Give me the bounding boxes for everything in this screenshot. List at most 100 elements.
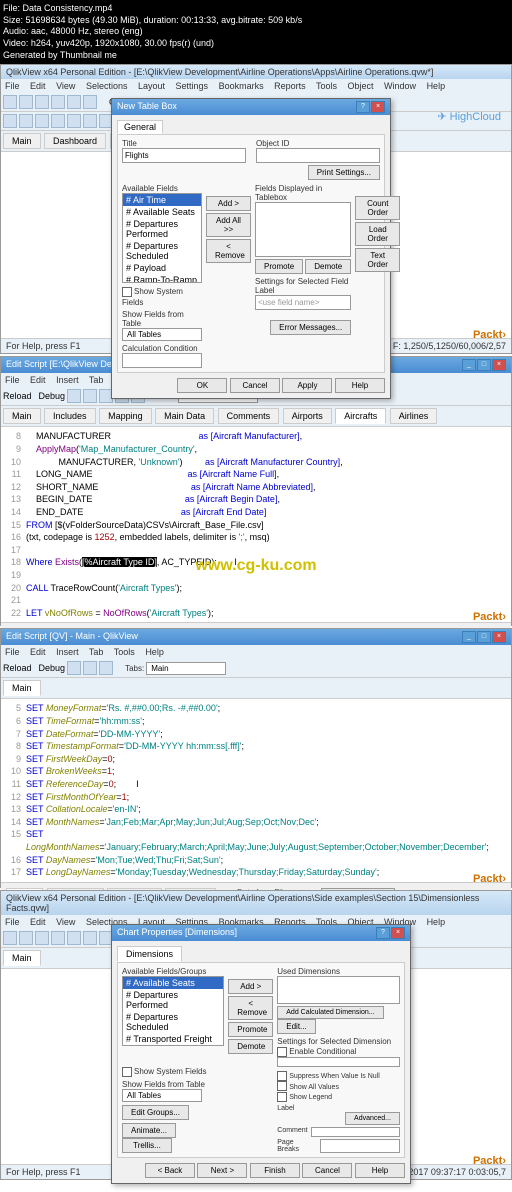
- cancel-button[interactable]: Cancel: [230, 378, 280, 393]
- menu-edit[interactable]: Edit: [30, 375, 46, 385]
- tabs-dropdown[interactable]: Main: [146, 662, 226, 675]
- tb-icon[interactable]: [99, 661, 113, 675]
- menu-view[interactable]: View: [56, 917, 75, 927]
- list-item[interactable]: # Available Seats: [123, 977, 223, 989]
- menu-object[interactable]: Object: [348, 81, 374, 91]
- tb-icon[interactable]: [35, 114, 49, 128]
- tb-icon[interactable]: [35, 931, 49, 945]
- promote-button[interactable]: Promote: [228, 1022, 273, 1037]
- menu-tab[interactable]: Tab: [89, 647, 104, 657]
- show-sys-checkbox[interactable]: [122, 287, 132, 297]
- list-item[interactable]: # Departures Performed: [123, 989, 223, 1011]
- menu-layout[interactable]: Layout: [138, 81, 165, 91]
- tb-icon[interactable]: [83, 931, 97, 945]
- showsys-checkbox[interactable]: [122, 1067, 132, 1077]
- close-icon[interactable]: ×: [492, 359, 506, 371]
- debug-button[interactable]: Debug: [39, 663, 66, 673]
- tb-icon[interactable]: [19, 931, 33, 945]
- tb-icon[interactable]: [67, 661, 81, 675]
- tab-main[interactable]: Main: [3, 133, 41, 149]
- list-item[interactable]: # Available Seats: [123, 206, 201, 218]
- menu-edit[interactable]: Edit: [30, 647, 46, 657]
- tb-icon[interactable]: [3, 95, 17, 109]
- list-item[interactable]: # Departures Scheduled: [123, 240, 201, 262]
- tab-aircrafts[interactable]: Aircrafts: [335, 408, 386, 424]
- next-button[interactable]: Next >: [197, 1163, 247, 1178]
- tab-mapping[interactable]: Mapping: [99, 408, 152, 424]
- close-icon[interactable]: ×: [391, 927, 405, 939]
- addall-button[interactable]: Add All >>: [206, 213, 251, 237]
- edit-button[interactable]: Edit...: [277, 1019, 315, 1034]
- cancel-button[interactable]: Cancel: [302, 1163, 352, 1178]
- calc-input[interactable]: [122, 353, 202, 368]
- min-icon[interactable]: _: [462, 359, 476, 371]
- menu-settings[interactable]: Settings: [176, 81, 209, 91]
- tb-icon[interactable]: [83, 661, 97, 675]
- tb-icon[interactable]: [83, 389, 97, 403]
- tb-icon[interactable]: [3, 931, 17, 945]
- reload-button[interactable]: Reload: [3, 663, 32, 673]
- tab-maindata[interactable]: Main Data: [155, 408, 214, 424]
- tab-main[interactable]: Main: [3, 408, 41, 424]
- list-item[interactable]: # Departures Performed: [123, 218, 201, 240]
- help-button[interactable]: Help: [355, 1163, 405, 1178]
- menu-file[interactable]: File: [5, 81, 20, 91]
- max-icon[interactable]: □: [477, 359, 491, 371]
- tab-main[interactable]: Main: [3, 950, 41, 966]
- list-item[interactable]: # Air Time: [123, 194, 201, 206]
- tb-icon[interactable]: [67, 389, 81, 403]
- remove-button[interactable]: < Remove: [228, 996, 273, 1020]
- tb-icon[interactable]: [67, 931, 81, 945]
- demote-button[interactable]: Demote: [228, 1039, 273, 1054]
- menu-help[interactable]: Help: [427, 917, 446, 927]
- comment-input[interactable]: [311, 1127, 400, 1137]
- displayed-fields-list[interactable]: [255, 202, 351, 257]
- list-item[interactable]: # Transported Passengers: [123, 1045, 223, 1046]
- pagebreaks-dropdown[interactable]: [320, 1139, 400, 1153]
- print-settings-button[interactable]: Print Settings...: [308, 165, 380, 180]
- tables-dropdown[interactable]: All Tables: [122, 328, 202, 341]
- menu-help[interactable]: Help: [427, 81, 446, 91]
- tb-icon[interactable]: [83, 95, 97, 109]
- dlg1-tab-general[interactable]: General: [117, 120, 163, 134]
- list-item[interactable]: # Departures Scheduled: [123, 1011, 223, 1033]
- tab-comments[interactable]: Comments: [218, 408, 280, 424]
- add-button[interactable]: Add >: [206, 196, 251, 211]
- menu-edit[interactable]: Edit: [30, 917, 46, 927]
- countorder-button[interactable]: Count Order: [355, 196, 400, 220]
- menu-view[interactable]: View: [56, 81, 75, 91]
- tb-icon[interactable]: [83, 114, 97, 128]
- avail-fields-list[interactable]: # Available Seats # Departures Performed…: [122, 976, 224, 1046]
- tb-icon[interactable]: [19, 95, 33, 109]
- add-button[interactable]: Add >: [228, 979, 273, 994]
- help-icon[interactable]: ?: [376, 927, 390, 939]
- reload-button[interactable]: Reload: [3, 391, 32, 401]
- menu-help[interactable]: Help: [145, 647, 164, 657]
- editgroups-button[interactable]: Edit Groups...: [122, 1105, 189, 1120]
- menu-file[interactable]: File: [5, 375, 20, 385]
- menu-file[interactable]: File: [5, 647, 20, 657]
- close-icon[interactable]: ×: [492, 631, 506, 643]
- back-button[interactable]: < Back: [145, 1163, 195, 1178]
- menu-selections[interactable]: Selections: [86, 81, 128, 91]
- trellis-button[interactable]: Trellis...: [122, 1138, 172, 1153]
- menu-edit[interactable]: Edit: [30, 81, 46, 91]
- addcalc-button[interactable]: Add Calculated Dimension...: [277, 1006, 383, 1019]
- help-icon[interactable]: ?: [356, 101, 370, 113]
- menu-tools[interactable]: Tools: [114, 647, 135, 657]
- tb-icon[interactable]: [35, 95, 49, 109]
- tab-main[interactable]: Main: [3, 680, 41, 696]
- menu-reports[interactable]: Reports: [274, 81, 306, 91]
- code-editor[interactable]: 5SET MoneyFormat='Rs. #,##0.00;Rs. -#,##…: [1, 699, 511, 881]
- errmsg-button[interactable]: Error Messages...: [270, 320, 351, 335]
- tb-icon[interactable]: [51, 114, 65, 128]
- loadorder-button[interactable]: Load Order: [355, 222, 400, 246]
- max-icon[interactable]: □: [477, 631, 491, 643]
- menu-file[interactable]: File: [5, 917, 20, 927]
- cond-input[interactable]: [277, 1057, 400, 1067]
- list-item[interactable]: # Ramp-To-Ramp Time: [123, 274, 201, 283]
- menu-window[interactable]: Window: [384, 81, 416, 91]
- label-input[interactable]: <use field name>: [255, 295, 351, 310]
- tab-dimensions[interactable]: Dimensions: [117, 946, 182, 962]
- menu-insert[interactable]: Insert: [56, 647, 79, 657]
